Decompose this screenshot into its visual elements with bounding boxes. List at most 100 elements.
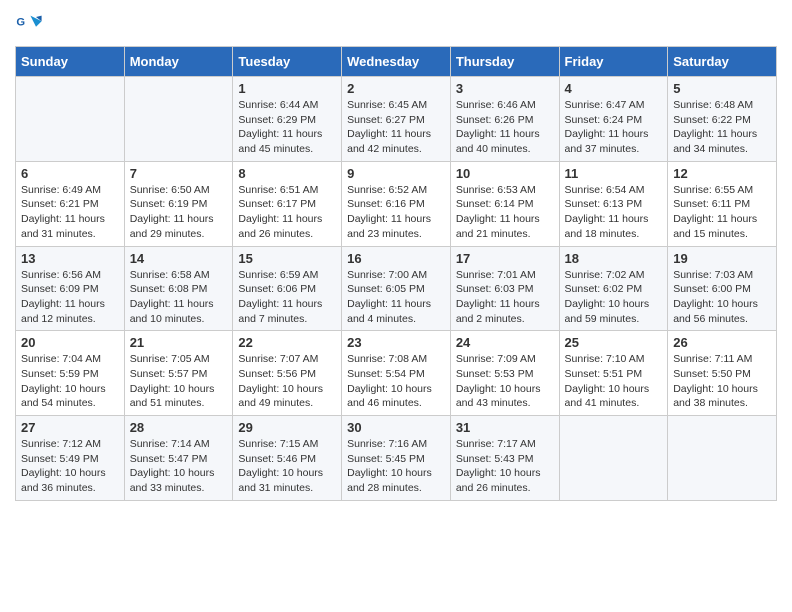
day-content: Sunrise: 6:49 AM Sunset: 6:21 PM Dayligh… <box>21 183 119 242</box>
day-header-tuesday: Tuesday <box>233 47 342 77</box>
day-number: 27 <box>21 420 119 435</box>
day-header-wednesday: Wednesday <box>342 47 451 77</box>
day-content: Sunrise: 6:44 AM Sunset: 6:29 PM Dayligh… <box>238 98 336 157</box>
day-number: 5 <box>673 81 771 96</box>
svg-text:G: G <box>16 16 25 28</box>
day-content: Sunrise: 6:51 AM Sunset: 6:17 PM Dayligh… <box>238 183 336 242</box>
day-content: Sunrise: 7:12 AM Sunset: 5:49 PM Dayligh… <box>21 437 119 496</box>
calendar-cell: 7 Sunrise: 6:50 AM Sunset: 6:19 PM Daylig… <box>124 161 233 246</box>
day-number: 7 <box>130 166 228 181</box>
day-content: Sunrise: 7:03 AM Sunset: 6:00 PM Dayligh… <box>673 268 771 327</box>
logo: G <box>15 10 47 38</box>
day-header-saturday: Saturday <box>668 47 777 77</box>
day-content: Sunrise: 7:01 AM Sunset: 6:03 PM Dayligh… <box>456 268 554 327</box>
day-number: 18 <box>565 251 663 266</box>
day-number: 14 <box>130 251 228 266</box>
calendar-week-3: 13 Sunrise: 6:56 AM Sunset: 6:09 PM Dayli… <box>16 246 777 331</box>
calendar-cell: 6 Sunrise: 6:49 AM Sunset: 6:21 PM Daylig… <box>16 161 125 246</box>
calendar-cell: 2 Sunrise: 6:45 AM Sunset: 6:27 PM Daylig… <box>342 77 451 162</box>
calendar-cell: 17 Sunrise: 7:01 AM Sunset: 6:03 PM Dayli… <box>450 246 559 331</box>
calendar-cell: 9Sunrise: 6:52 AM Sunset: 6:16 PM Daylig… <box>342 161 451 246</box>
day-content: Sunrise: 7:17 AM Sunset: 5:43 PM Dayligh… <box>456 437 554 496</box>
calendar-header-row: SundayMondayTuesdayWednesdayThursdayFrid… <box>16 47 777 77</box>
day-content: Sunrise: 7:16 AM Sunset: 5:45 PM Dayligh… <box>347 437 445 496</box>
day-content: Sunrise: 6:54 AM Sunset: 6:13 PM Dayligh… <box>565 183 663 242</box>
calendar-cell: 27 Sunrise: 7:12 AM Sunset: 5:49 PM Dayli… <box>16 416 125 501</box>
day-header-sunday: Sunday <box>16 47 125 77</box>
day-content: Sunrise: 6:48 AM Sunset: 6:22 PM Dayligh… <box>673 98 771 157</box>
day-number: 26 <box>673 335 771 350</box>
calendar-cell: 3Sunrise: 6:46 AM Sunset: 6:26 PM Daylig… <box>450 77 559 162</box>
day-number: 10 <box>456 166 554 181</box>
day-number: 6 <box>21 166 119 181</box>
day-number: 29 <box>238 420 336 435</box>
calendar-cell: 14 Sunrise: 6:58 AM Sunset: 6:08 PM Dayli… <box>124 246 233 331</box>
calendar-cell: 15Sunrise: 6:59 AM Sunset: 6:06 PM Dayli… <box>233 246 342 331</box>
calendar-cell: 26 Sunrise: 7:11 AM Sunset: 5:50 PM Dayli… <box>668 331 777 416</box>
day-content: Sunrise: 7:00 AM Sunset: 6:05 PM Dayligh… <box>347 268 445 327</box>
calendar-cell: 19 Sunrise: 7:03 AM Sunset: 6:00 PM Dayli… <box>668 246 777 331</box>
day-number: 20 <box>21 335 119 350</box>
day-content: Sunrise: 6:56 AM Sunset: 6:09 PM Dayligh… <box>21 268 119 327</box>
calendar-cell: 12 Sunrise: 6:55 AM Sunset: 6:11 PM Dayli… <box>668 161 777 246</box>
day-content: Sunrise: 6:55 AM Sunset: 6:11 PM Dayligh… <box>673 183 771 242</box>
day-content: Sunrise: 6:47 AM Sunset: 6:24 PM Dayligh… <box>565 98 663 157</box>
day-content: Sunrise: 6:45 AM Sunset: 6:27 PM Dayligh… <box>347 98 445 157</box>
day-number: 17 <box>456 251 554 266</box>
calendar-cell: 30 Sunrise: 7:16 AM Sunset: 5:45 PM Dayli… <box>342 416 451 501</box>
calendar-cell: 20Sunrise: 7:04 AM Sunset: 5:59 PM Dayli… <box>16 331 125 416</box>
calendar-cell: 13 Sunrise: 6:56 AM Sunset: 6:09 PM Dayli… <box>16 246 125 331</box>
day-number: 23 <box>347 335 445 350</box>
day-number: 31 <box>456 420 554 435</box>
day-number: 25 <box>565 335 663 350</box>
day-number: 30 <box>347 420 445 435</box>
day-number: 22 <box>238 335 336 350</box>
day-number: 1 <box>238 81 336 96</box>
day-number: 2 <box>347 81 445 96</box>
day-content: Sunrise: 7:02 AM Sunset: 6:02 PM Dayligh… <box>565 268 663 327</box>
calendar-cell: 23 Sunrise: 7:08 AM Sunset: 5:54 PM Dayli… <box>342 331 451 416</box>
day-number: 12 <box>673 166 771 181</box>
calendar-cell <box>16 77 125 162</box>
calendar-cell: 24 Sunrise: 7:09 AM Sunset: 5:53 PM Dayli… <box>450 331 559 416</box>
calendar-cell <box>124 77 233 162</box>
calendar-table: SundayMondayTuesdayWednesdayThursdayFrid… <box>15 46 777 501</box>
day-content: Sunrise: 6:46 AM Sunset: 6:26 PM Dayligh… <box>456 98 554 157</box>
day-number: 19 <box>673 251 771 266</box>
day-content: Sunrise: 7:09 AM Sunset: 5:53 PM Dayligh… <box>456 352 554 411</box>
day-number: 24 <box>456 335 554 350</box>
calendar-cell: 8Sunrise: 6:51 AM Sunset: 6:17 PM Daylig… <box>233 161 342 246</box>
day-content: Sunrise: 6:59 AM Sunset: 6:06 PM Dayligh… <box>238 268 336 327</box>
day-content: Sunrise: 6:50 AM Sunset: 6:19 PM Dayligh… <box>130 183 228 242</box>
day-header-thursday: Thursday <box>450 47 559 77</box>
day-number: 28 <box>130 420 228 435</box>
day-content: Sunrise: 7:11 AM Sunset: 5:50 PM Dayligh… <box>673 352 771 411</box>
day-number: 21 <box>130 335 228 350</box>
day-content: Sunrise: 7:05 AM Sunset: 5:57 PM Dayligh… <box>130 352 228 411</box>
day-header-monday: Monday <box>124 47 233 77</box>
calendar-cell: 28 Sunrise: 7:14 AM Sunset: 5:47 PM Dayli… <box>124 416 233 501</box>
calendar-cell: 5 Sunrise: 6:48 AM Sunset: 6:22 PM Daylig… <box>668 77 777 162</box>
calendar-cell <box>559 416 668 501</box>
calendar-week-2: 6 Sunrise: 6:49 AM Sunset: 6:21 PM Daylig… <box>16 161 777 246</box>
day-content: Sunrise: 7:08 AM Sunset: 5:54 PM Dayligh… <box>347 352 445 411</box>
day-content: Sunrise: 7:10 AM Sunset: 5:51 PM Dayligh… <box>565 352 663 411</box>
calendar-week-5: 27 Sunrise: 7:12 AM Sunset: 5:49 PM Dayli… <box>16 416 777 501</box>
day-number: 9 <box>347 166 445 181</box>
calendar-cell: 16 Sunrise: 7:00 AM Sunset: 6:05 PM Dayli… <box>342 246 451 331</box>
calendar-cell: 31 Sunrise: 7:17 AM Sunset: 5:43 PM Dayli… <box>450 416 559 501</box>
calendar-cell: 29 Sunrise: 7:15 AM Sunset: 5:46 PM Dayli… <box>233 416 342 501</box>
day-number: 13 <box>21 251 119 266</box>
calendar-cell: 10Sunrise: 6:53 AM Sunset: 6:14 PM Dayli… <box>450 161 559 246</box>
day-content: Sunrise: 7:15 AM Sunset: 5:46 PM Dayligh… <box>238 437 336 496</box>
calendar-cell: 25 Sunrise: 7:10 AM Sunset: 5:51 PM Dayli… <box>559 331 668 416</box>
day-content: Sunrise: 6:58 AM Sunset: 6:08 PM Dayligh… <box>130 268 228 327</box>
day-number: 16 <box>347 251 445 266</box>
calendar-cell <box>668 416 777 501</box>
calendar-cell: 21 Sunrise: 7:05 AM Sunset: 5:57 PM Dayli… <box>124 331 233 416</box>
calendar-cell: 1 Sunrise: 6:44 AM Sunset: 6:29 PM Daylig… <box>233 77 342 162</box>
header: G <box>15 10 777 38</box>
logo-icon: G <box>15 10 43 38</box>
calendar-cell: 11Sunrise: 6:54 AM Sunset: 6:13 PM Dayli… <box>559 161 668 246</box>
day-content: Sunrise: 7:14 AM Sunset: 5:47 PM Dayligh… <box>130 437 228 496</box>
